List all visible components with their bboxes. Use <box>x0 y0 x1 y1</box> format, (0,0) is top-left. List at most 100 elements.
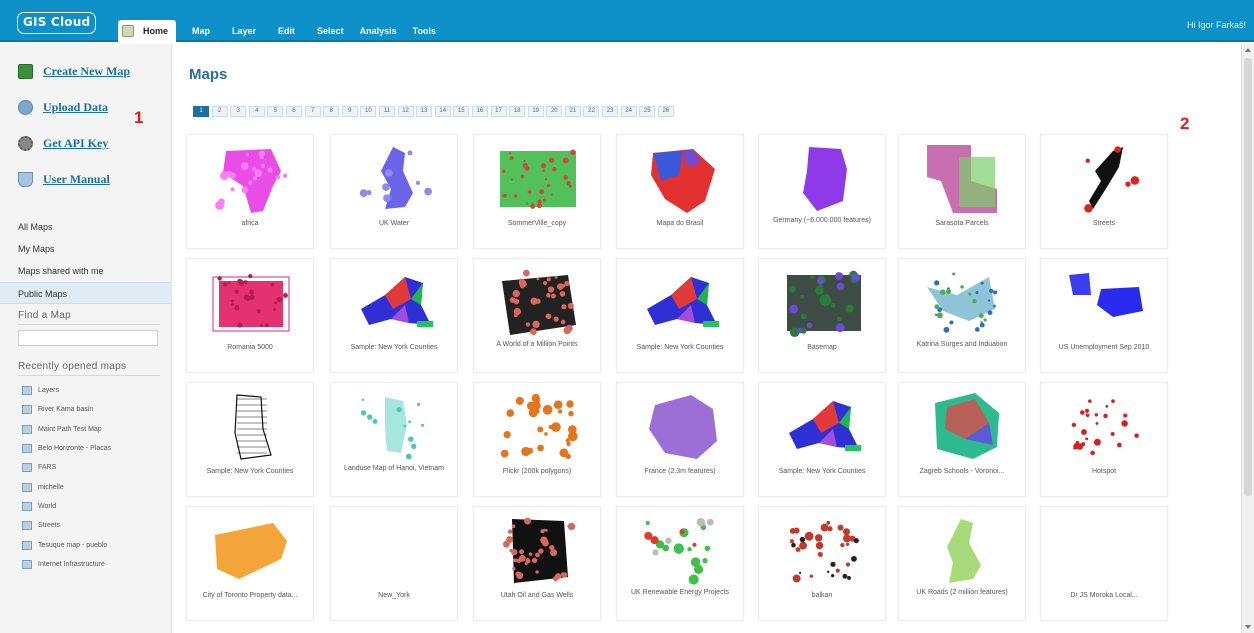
recent-map-item[interactable]: Internet Infrastructure <box>22 555 170 574</box>
page-23[interactable]: 23 <box>602 106 619 117</box>
page-24[interactable]: 24 <box>620 106 637 117</box>
nav-my-maps[interactable]: My Maps <box>0 238 171 260</box>
map-thumbnail-card[interactable]: France (2.3m features) <box>616 382 744 497</box>
map-title: Sample: New York Counties <box>778 468 866 475</box>
page-2[interactable]: 2 <box>211 106 228 117</box>
recent-map-item[interactable]: michelle <box>22 477 170 496</box>
map-title: US Unemployment Sep 2010 <box>1058 344 1150 351</box>
find-map-input[interactable] <box>18 330 158 346</box>
page-7[interactable]: 7 <box>304 106 321 117</box>
scroll-up-icon[interactable] <box>1245 48 1251 52</box>
recent-maps-list: Layers River Kama basin Maint Path Test … <box>22 381 170 574</box>
page-10[interactable]: 10 <box>360 106 377 117</box>
map-thumbnail-card[interactable]: Sample: New York Counties <box>330 258 458 373</box>
map-thumbnail-card[interactable]: Germany (~6.000.000 features) <box>758 134 886 249</box>
page-25[interactable]: 25 <box>639 106 656 117</box>
map-thumbnail-card[interactable]: Landuse Map of Hanoi, Vietnam <box>330 382 458 497</box>
map-title: Romania 5000 <box>227 344 273 351</box>
recent-map-item[interactable]: River Kama basin <box>22 400 170 419</box>
page-8[interactable]: 8 <box>323 106 340 117</box>
map-title: Basemap <box>807 344 837 351</box>
page-4[interactable]: 4 <box>248 106 265 117</box>
page-22[interactable]: 22 <box>583 106 600 117</box>
divider <box>18 324 160 325</box>
map-thumbnail-card[interactable]: Sample: New York Counties <box>758 382 886 497</box>
page-15[interactable]: 15 <box>453 106 470 117</box>
recent-map-item[interactable]: World <box>22 497 170 516</box>
page-9[interactable]: 9 <box>341 106 358 117</box>
nav-all-maps[interactable]: All Maps <box>0 216 171 238</box>
map-icon <box>22 482 32 492</box>
map-thumbnail-card[interactable]: City of Toronto Property data... <box>186 506 314 621</box>
page-19[interactable]: 19 <box>527 106 544 117</box>
upload-data-link[interactable]: Upload Data <box>18 100 108 115</box>
recent-map-item[interactable]: FARS <box>22 458 170 477</box>
gis-cloud-logo[interactable]: GIS Cloud <box>17 12 97 34</box>
page-1[interactable]: 1 <box>193 106 209 117</box>
page-3[interactable]: 3 <box>230 106 247 117</box>
map-thumbnail-card[interactable]: africa <box>186 134 314 249</box>
page-16[interactable]: 16 <box>471 106 488 117</box>
map-thumbnail-card[interactable]: US Unemployment Sep 2010 <box>1040 258 1168 373</box>
map-preview-image <box>927 145 997 213</box>
map-title: Zagreb Schools - Voronoi... <box>919 468 1005 475</box>
user-greeting[interactable]: Hi Igor Farkaš! <box>1187 20 1246 30</box>
map-thumbnail-card[interactable]: Dr JS Moroka Local... <box>1040 506 1168 621</box>
nav-shared-maps[interactable]: Maps shared with me <box>0 260 171 282</box>
map-thumbnail-card[interactable]: Zagreb Schools - Voronoi... <box>898 382 1026 497</box>
map-thumbnail-card[interactable]: Streets <box>1040 134 1168 249</box>
map-icon <box>22 463 32 473</box>
tab-edit[interactable]: Edit <box>270 20 303 42</box>
map-thumbnail-card[interactable]: UK Roads (2 million features) <box>898 506 1026 621</box>
map-thumbnail-card[interactable]: Utah Oil and Gas Wells <box>473 506 601 621</box>
page-6[interactable]: 6 <box>285 106 302 117</box>
recent-map-item[interactable]: Tesuque map - pueblo <box>22 535 170 554</box>
tab-tools[interactable]: Tools <box>405 20 444 42</box>
tab-layer[interactable]: Layer <box>224 20 264 42</box>
scroll-down-icon[interactable] <box>1245 625 1251 629</box>
map-thumbnail-card[interactable]: Flickr (200k polygons) <box>473 382 601 497</box>
map-thumbnail-card[interactable]: balkan <box>758 506 886 621</box>
tab-select[interactable]: Select <box>309 20 352 42</box>
map-thumbnail-card[interactable]: Sarasota Parcels <box>898 134 1026 249</box>
map-thumbnail-card[interactable]: UK Renewable Energy Projects <box>616 506 744 621</box>
page-11[interactable]: 11 <box>378 106 395 117</box>
tab-home[interactable]: Home <box>118 20 177 42</box>
recent-map-item[interactable]: Maint Path Test Map <box>22 420 170 439</box>
map-thumbnail-card[interactable]: A World of a Million Points <box>473 258 601 373</box>
create-new-map-link[interactable]: Create New Map <box>18 64 130 79</box>
map-thumbnail-card[interactable]: Basemap <box>758 258 886 373</box>
map-thumbnail-card[interactable]: Mapa do Brasil <box>616 134 744 249</box>
map-preview-image <box>502 269 576 336</box>
scroll-thumb[interactable] <box>1244 58 1252 496</box>
recent-map-item[interactable]: Belo Horizonte - Placas <box>22 439 170 458</box>
get-api-key-link[interactable]: Get API Key <box>18 136 108 151</box>
nav-public-maps[interactable]: Public Maps <box>0 282 171 304</box>
recent-map-item[interactable]: Layers <box>22 381 170 400</box>
page-13[interactable]: 13 <box>416 106 433 117</box>
map-thumbnail-card[interactable]: New_York <box>330 506 458 621</box>
page-12[interactable]: 12 <box>397 106 414 117</box>
map-title: Katrina Surges and Induation <box>916 341 1008 348</box>
tab-analysis[interactable]: Analysis <box>352 20 405 42</box>
map-thumbnail-card[interactable]: SommerVille_copy <box>473 134 601 249</box>
recent-map-item[interactable]: Streets <box>22 516 170 535</box>
tab-map[interactable]: Map <box>184 20 218 42</box>
page-26[interactable]: 26 <box>657 106 674 117</box>
map-thumbnail-card[interactable]: Hotspot <box>1040 382 1168 497</box>
user-manual-link[interactable]: User Manual <box>18 172 110 187</box>
page-17[interactable]: 17 <box>490 106 507 117</box>
map-thumbnail-card[interactable]: UK Water <box>330 134 458 249</box>
page-5[interactable]: 5 <box>267 106 284 117</box>
page-title: Maps <box>189 66 228 83</box>
page-14[interactable]: 14 <box>434 106 451 117</box>
page-21[interactable]: 21 <box>564 106 581 117</box>
page-20[interactable]: 20 <box>546 106 563 117</box>
page-18[interactable]: 18 <box>509 106 526 117</box>
map-thumbnail-card[interactable]: Katrina Surges and Induation <box>898 258 1026 373</box>
vertical-scrollbar[interactable] <box>1241 44 1254 633</box>
annotation-marker-1: 1 <box>134 108 144 127</box>
map-thumbnail-card[interactable]: Romania 5000 <box>186 258 314 373</box>
map-thumbnail-card[interactable]: Sample: New York Counties <box>616 258 744 373</box>
map-thumbnail-card[interactable]: Sample: New York Counties <box>186 382 314 497</box>
